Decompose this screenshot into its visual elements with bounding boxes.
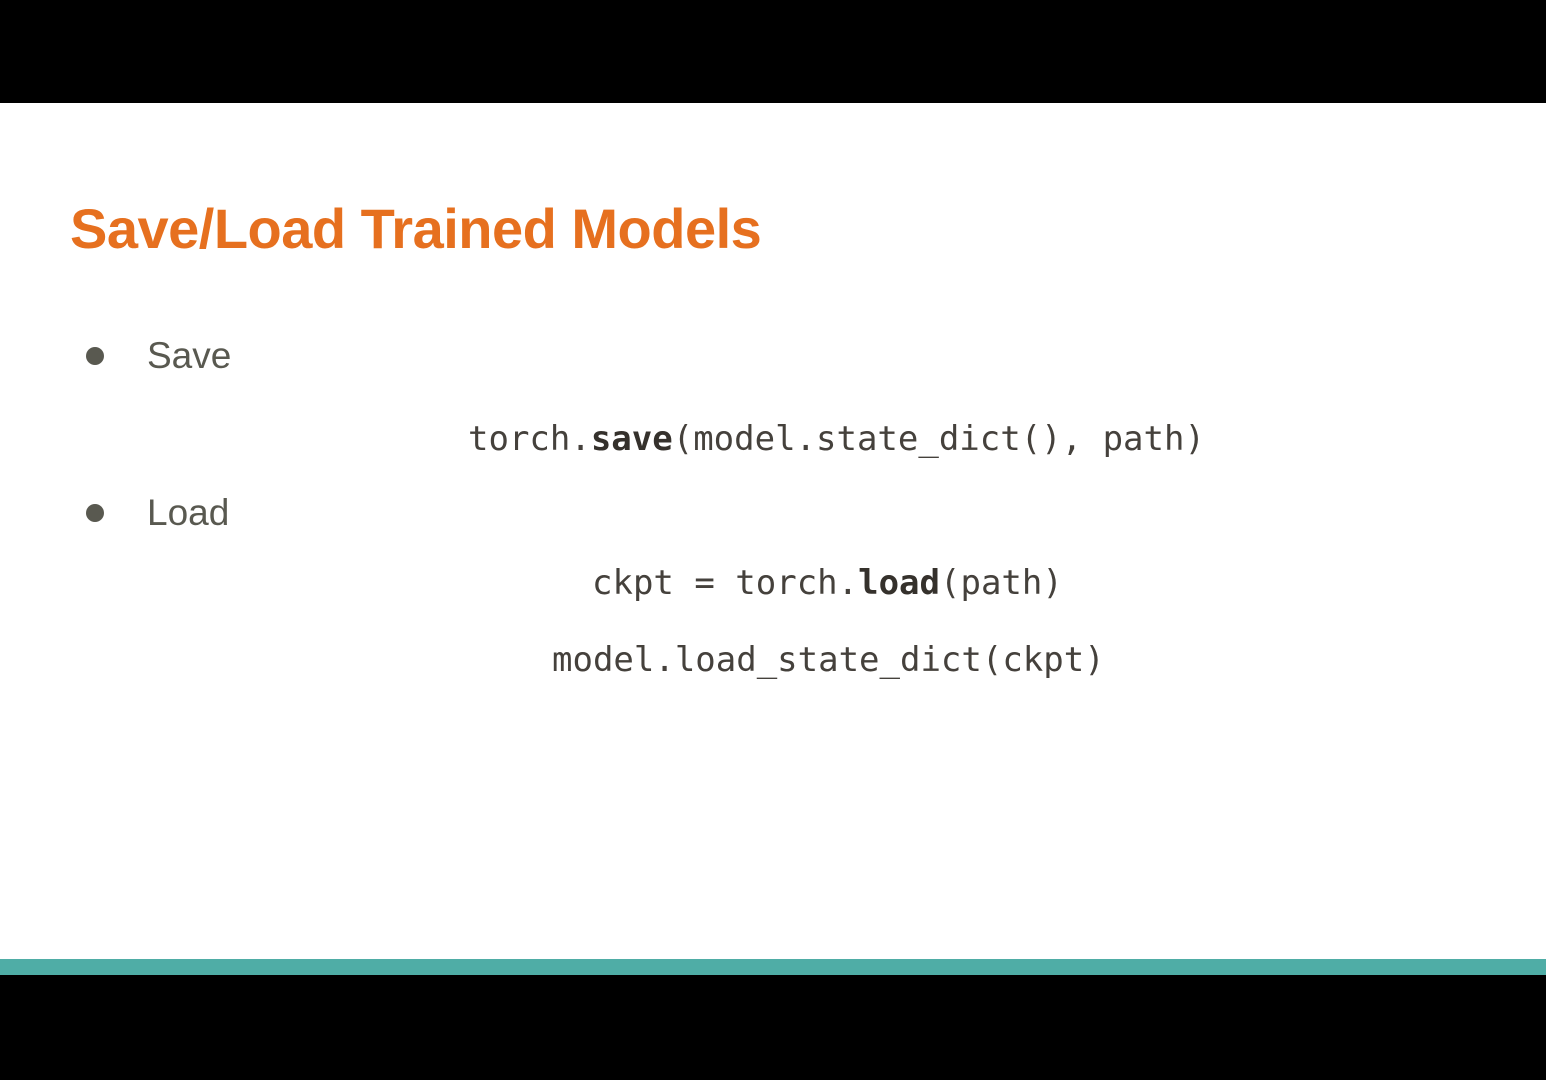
- bullet-label-load: Load: [147, 492, 230, 533]
- bullet-dot-icon: [86, 347, 104, 365]
- code-line-load-checkpoint: ckpt = torch.load(path): [592, 561, 1063, 605]
- code-suffix: (model.state_dict(), path): [672, 419, 1205, 459]
- presentation-slide: Save/Load Trained Models Save torch.save…: [0, 103, 1546, 959]
- code-keyword-save: save: [590, 419, 673, 459]
- slide-title: Save/Load Trained Models: [70, 197, 762, 260]
- letterbox-bottom: [0, 975, 1546, 1080]
- bullet-label-save: Save: [147, 335, 232, 376]
- letterbox-top: [0, 0, 1546, 103]
- code-line-save: torch.save(model.state_dict(), path): [468, 417, 1205, 461]
- code-prefix: torch.: [468, 419, 591, 459]
- bullet-dot-icon: [86, 504, 104, 522]
- code-suffix: (path): [940, 563, 1063, 603]
- bullet-item-load: Load: [86, 492, 230, 533]
- bullet-item-save: Save: [86, 335, 232, 376]
- code-keyword-load: load: [858, 563, 940, 603]
- slide-accent-bar: [0, 959, 1546, 975]
- code-prefix: ckpt = torch.: [592, 563, 859, 603]
- code-prefix: model.load_state_dict(ckpt): [552, 640, 1105, 680]
- code-line-load-state-dict: model.load_state_dict(ckpt): [552, 638, 1105, 682]
